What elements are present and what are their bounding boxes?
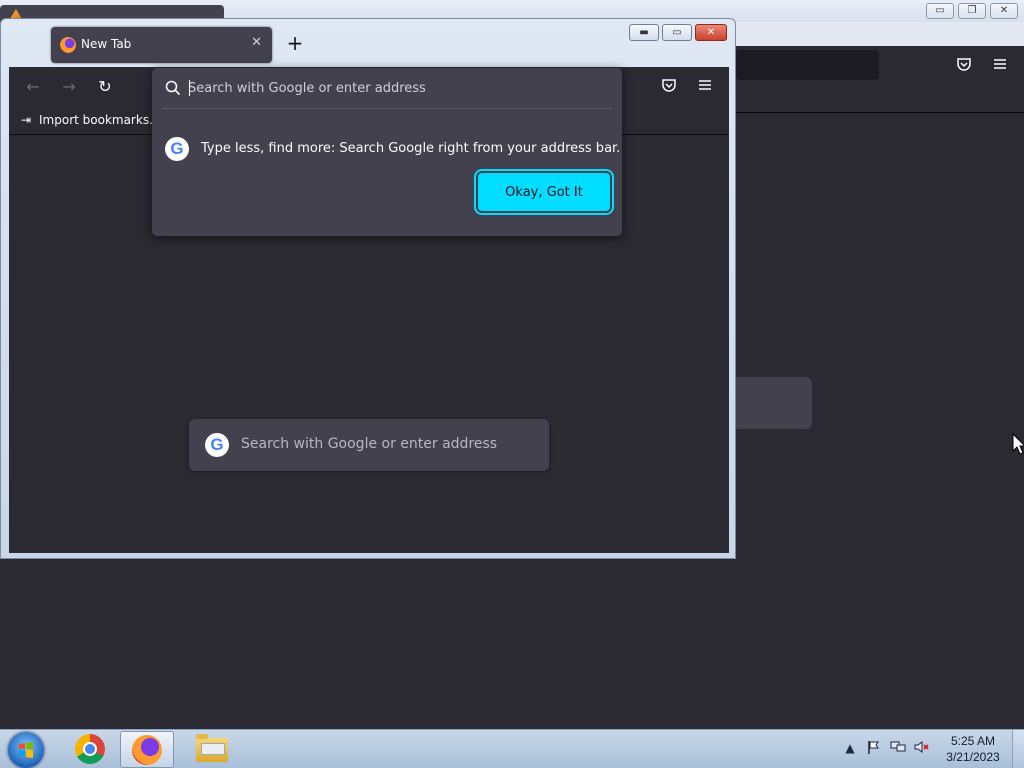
tab-close-icon[interactable]: ✕ [251, 35, 262, 50]
content-search-placeholder: Search with Google or enter address [241, 436, 498, 452]
pocket-icon[interactable] [659, 77, 679, 97]
menu-icon[interactable] [695, 77, 715, 97]
maximize-button[interactable]: ▭ [662, 24, 692, 41]
okay-got-it-button[interactable]: Okay, Got It [478, 173, 610, 211]
taskbar-chrome[interactable] [62, 731, 116, 768]
import-icon: ⇥ [21, 113, 32, 127]
firefox-window: New Tab ✕ + ▬ ▭ ✕ ← → ↻ ⇥ Import bookmark… [0, 18, 736, 559]
system-clock[interactable]: 5:25 AM 3/21/2023 [940, 733, 1006, 765]
search-tip-text: Type less, find more: Search Google righ… [201, 141, 621, 156]
background-close-button[interactable]: ✕ [990, 3, 1018, 19]
reload-button[interactable]: ↻ [91, 75, 119, 99]
taskbar-explorer[interactable] [186, 731, 240, 768]
network-icon[interactable] [890, 740, 906, 756]
back-button[interactable]: ← [19, 75, 47, 99]
new-tab-button[interactable]: + [285, 33, 305, 53]
close-button[interactable]: ✕ [695, 24, 727, 41]
start-button[interactable] [8, 732, 44, 768]
forward-button[interactable]: → [55, 75, 83, 99]
google-icon: G [205, 433, 229, 457]
taskbar-firefox[interactable] [120, 731, 174, 768]
import-bookmarks-label: Import bookmarks... [39, 113, 161, 127]
background-content-search[interactable] [732, 377, 812, 429]
pocket-icon[interactable] [955, 56, 973, 72]
urlbar-popup: G Type less, find more: Search Google ri… [152, 68, 622, 236]
action-center-flag-icon[interactable] [866, 740, 882, 756]
menu-icon[interactable] [991, 56, 1009, 72]
show-hidden-icons-button[interactable]: ▲ [842, 740, 858, 756]
volume-muted-icon[interactable] [914, 740, 930, 756]
chrome-icon [75, 734, 105, 764]
clock-date: 3/21/2023 [946, 750, 1000, 764]
google-icon: G [165, 137, 189, 161]
tab-bar: New Tab ✕ + [9, 19, 729, 67]
windows-logo-icon [19, 742, 33, 758]
urlbar [152, 68, 622, 108]
tab-title: New Tab [81, 37, 132, 51]
background-urlbar[interactable] [736, 50, 879, 80]
search-tip: G Type less, find more: Search Google ri… [152, 109, 622, 236]
firefox-icon [60, 37, 76, 53]
text-caret [189, 80, 190, 96]
mouse-cursor-icon [1012, 433, 1024, 455]
minimize-button[interactable]: ▬ [629, 24, 659, 41]
clock-time: 5:25 AM [950, 734, 996, 748]
urlbar-input[interactable] [188, 77, 608, 99]
content-search-box[interactable]: G Search with Google or enter address [189, 419, 549, 471]
background-restore-button[interactable]: ❐ [958, 3, 986, 19]
show-desktop-button[interactable] [1012, 730, 1024, 768]
folder-icon [196, 734, 228, 762]
search-icon [165, 80, 181, 96]
taskbar: ▲ 5:25 AM 3/21/2023 [0, 729, 1024, 768]
tab-new-tab[interactable]: New Tab ✕ [51, 27, 272, 63]
import-bookmarks-button[interactable]: ⇥ Import bookmarks... [21, 113, 161, 127]
background-minimize-button[interactable]: ▭ [926, 3, 954, 19]
firefox-icon [132, 735, 162, 765]
